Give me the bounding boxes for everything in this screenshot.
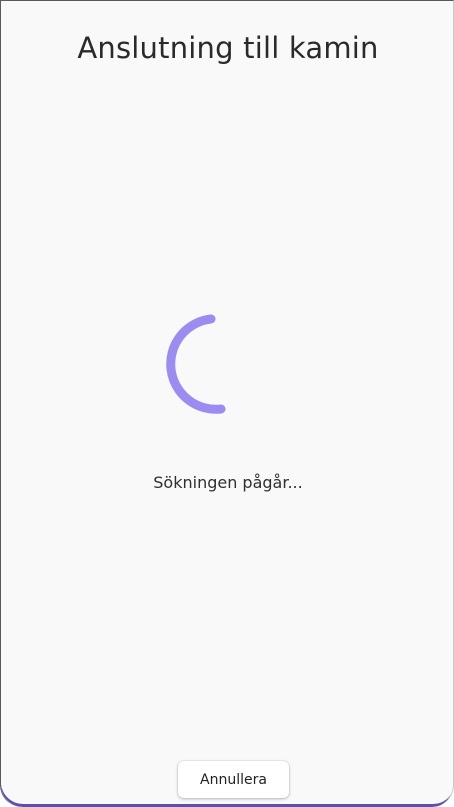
page-title: Anslutning till kamin [77,31,379,65]
search-status-text: Sökningen pågår... [153,473,303,492]
app-frame: Anslutning till kamin Sökningen pågår...… [0,0,454,807]
loading-spinner-icon [163,307,283,427]
spinner-svg [166,314,226,414]
cancel-button[interactable]: Annullera [178,761,289,798]
spinner-arc [166,314,226,414]
